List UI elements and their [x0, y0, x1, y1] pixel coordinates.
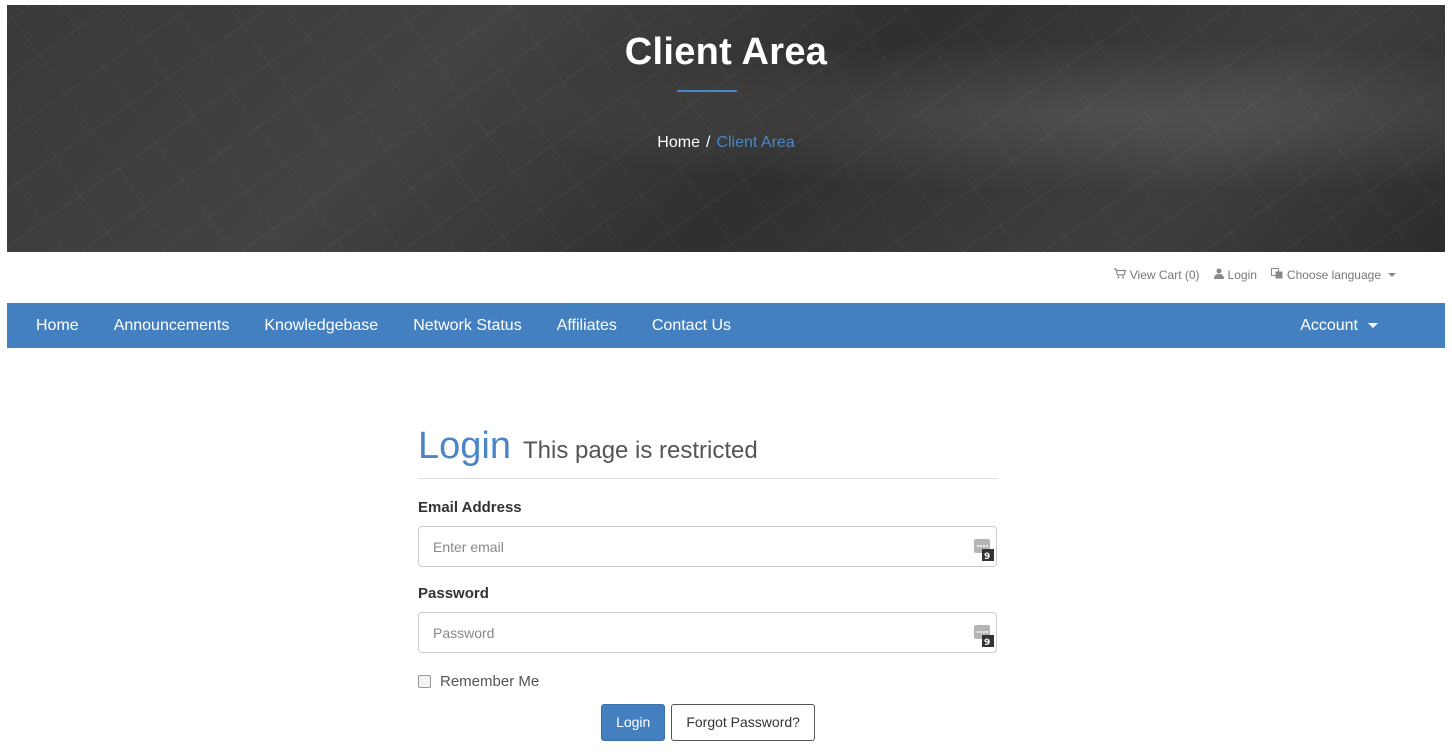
form-actions: Login Forgot Password? — [418, 704, 998, 741]
password-field[interactable] — [419, 613, 996, 652]
nav-item-contact-us[interactable]: Contact Us — [623, 317, 731, 335]
view-cart-label: View Cart (0) — [1129, 268, 1200, 282]
chevron-down-icon — [1368, 323, 1378, 328]
login-title: Login — [418, 425, 511, 467]
remember-me[interactable]: Remember Me — [418, 673, 998, 690]
choose-language-label: Choose language — [1286, 268, 1381, 282]
nav-item-knowledgebase[interactable]: Knowledgebase — [235, 317, 378, 335]
email-label: Email Address — [418, 499, 522, 516]
nav-item-announcements[interactable]: Announcements — [85, 317, 230, 335]
login-form: Login This page is restricted Email Addr… — [418, 425, 998, 741]
password-manager-icon[interactable]: 9 — [974, 625, 994, 648]
title-underline — [677, 90, 737, 92]
remember-me-label: Remember Me — [440, 673, 540, 690]
chevron-down-icon — [1388, 273, 1396, 277]
nav-item-affiliates[interactable]: Affiliates — [528, 317, 617, 335]
top-utility-bar: View Cart (0) Login Choose language — [1113, 268, 1396, 282]
forgot-password-button[interactable]: Forgot Password? — [671, 704, 815, 741]
nav-item-home[interactable]: Home — [7, 317, 79, 335]
email-field[interactable] — [419, 527, 996, 566]
svg-text:9: 9 — [984, 552, 990, 561]
email-field-wrapper: 9 — [418, 526, 997, 567]
password-manager-icon[interactable]: 9 — [974, 539, 994, 562]
login-link[interactable]: Login — [1213, 268, 1257, 282]
main-navbar: Home Announcements Knowledgebase Network… — [7, 303, 1445, 348]
login-heading: Login This page is restricted — [418, 425, 998, 479]
shopping-cart-icon — [1113, 268, 1127, 282]
breadcrumb-current: Client Area — [716, 134, 795, 151]
translate-icon — [1270, 268, 1283, 282]
view-cart-link[interactable]: View Cart (0) — [1113, 268, 1200, 282]
breadcrumb-separator: / — [705, 134, 711, 151]
choose-language-dropdown[interactable]: Choose language — [1270, 268, 1396, 282]
login-subtitle: This page is restricted — [522, 437, 758, 464]
remember-me-checkbox[interactable] — [418, 675, 431, 688]
hero-banner: Client Area Home / Client Area — [7, 5, 1445, 252]
login-button[interactable]: Login — [601, 704, 666, 741]
password-field-wrapper: 9 — [418, 612, 997, 653]
svg-text:9: 9 — [984, 638, 990, 647]
breadcrumb: Home / Client Area — [7, 134, 1445, 152]
user-icon — [1213, 268, 1224, 282]
login-link-label: Login — [1227, 268, 1257, 282]
account-dropdown[interactable]: Account — [1300, 317, 1378, 335]
breadcrumb-home-link[interactable]: Home — [657, 134, 700, 151]
nav-item-network-status[interactable]: Network Status — [384, 317, 521, 335]
account-label: Account — [1300, 316, 1358, 334]
password-label: Password — [418, 585, 489, 602]
page-title: Client Area — [624, 31, 828, 73]
